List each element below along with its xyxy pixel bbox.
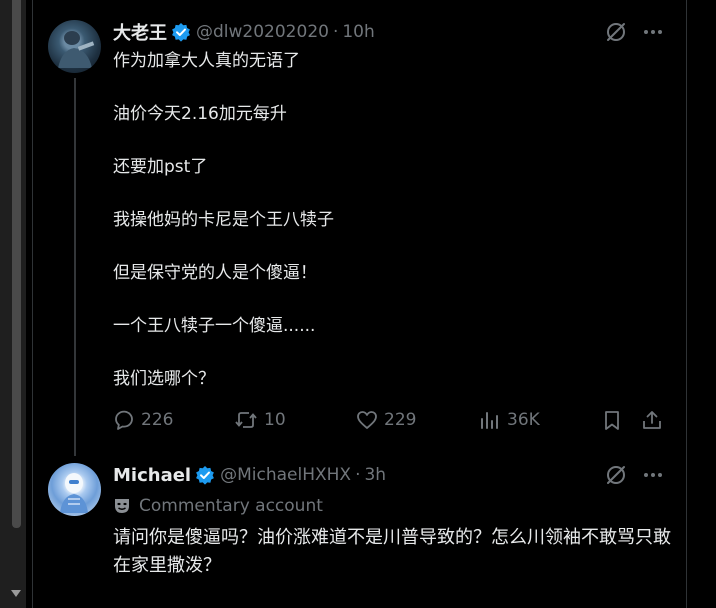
- timeline-left-border: [32, 0, 33, 608]
- tweet-line: 我操他妈的卡尼是个王八犊子: [113, 210, 334, 230]
- tweet-line: 一个王八犊子一个傻逼......: [113, 316, 316, 336]
- meta-separator: ·: [355, 465, 361, 485]
- reply-header: Michael @MichaelHXHX · 3h: [113, 462, 386, 488]
- theater-mask-icon: [113, 497, 131, 515]
- author-handle[interactable]: @dlw20202020: [196, 22, 329, 42]
- reply-timestamp[interactable]: 3h: [364, 465, 386, 485]
- repost-icon: [234, 409, 258, 431]
- tweet-line: 还要加pst了: [113, 157, 208, 177]
- views-button[interactable]: 36K: [479, 405, 540, 435]
- scroll-down-arrow-icon[interactable]: [11, 590, 21, 597]
- views-count: 36K: [507, 410, 540, 430]
- like-button[interactable]: 229: [356, 405, 416, 435]
- commentary-label: Commentary account: [113, 496, 323, 516]
- share-icon: [641, 409, 663, 431]
- author-name[interactable]: Michael: [113, 465, 191, 486]
- author-name[interactable]: 大老王: [113, 19, 167, 45]
- more-options-icon[interactable]: [642, 21, 664, 43]
- tweet-top-actions: [604, 20, 664, 44]
- like-count: 229: [384, 410, 417, 430]
- tweet-line: 作为加拿大人真的无语了: [113, 51, 300, 71]
- right-gutter: [687, 0, 716, 608]
- reply-count: 226: [141, 410, 174, 430]
- reply-top-actions: [604, 463, 664, 487]
- tweet-timestamp[interactable]: 10h: [342, 22, 374, 42]
- meta-separator: ·: [332, 22, 339, 42]
- thread-connector-line: [74, 78, 76, 456]
- avatar[interactable]: [48, 463, 101, 516]
- reply-button[interactable]: 226: [113, 405, 173, 435]
- bookmark-button[interactable]: [601, 405, 623, 435]
- tweet-line: 但是保守党的人是个傻逼！: [113, 263, 317, 283]
- grok-explain-icon[interactable]: [604, 463, 628, 487]
- browser-scrollbar[interactable]: [0, 0, 26, 608]
- grok-explain-icon[interactable]: [604, 20, 628, 44]
- views-chart-icon: [479, 409, 501, 431]
- repost-count: 10: [264, 410, 286, 430]
- tweet-action-bar: 226 10 229 36K: [113, 405, 673, 435]
- avatar-robot-icon: [60, 473, 88, 513]
- verified-badge-icon: [171, 22, 191, 42]
- heart-icon: [356, 409, 378, 431]
- reply-text: 请问你是傻逼吗？油价涨难道不是川普导致的？怎么川领袖不敢骂只敢在家里撒泼？: [113, 527, 671, 576]
- share-button[interactable]: [641, 405, 663, 435]
- tweet-header: 大老王 @dlw20202020 · 10h: [113, 19, 375, 45]
- tweet-text: 作为加拿大人真的无语了 油价今天2.16加元每升 还要加pst了 我操他妈的卡尼…: [113, 48, 653, 392]
- bookmark-icon: [601, 409, 623, 431]
- verified-badge-icon: [195, 465, 215, 485]
- repost-button[interactable]: 10: [234, 405, 286, 435]
- avatar[interactable]: [48, 20, 101, 73]
- reply-icon: [113, 409, 135, 431]
- tweet-line: 我们选哪个？: [113, 369, 215, 389]
- avatar-photo-icon: [58, 31, 95, 68]
- scrollbar-thumb[interactable]: [12, 0, 21, 528]
- more-options-icon[interactable]: [642, 464, 664, 486]
- commentary-label-text: Commentary account: [139, 496, 323, 516]
- tweet-line: 油价今天2.16加元每升: [113, 104, 287, 124]
- author-handle[interactable]: @MichaelHXHX: [220, 465, 351, 485]
